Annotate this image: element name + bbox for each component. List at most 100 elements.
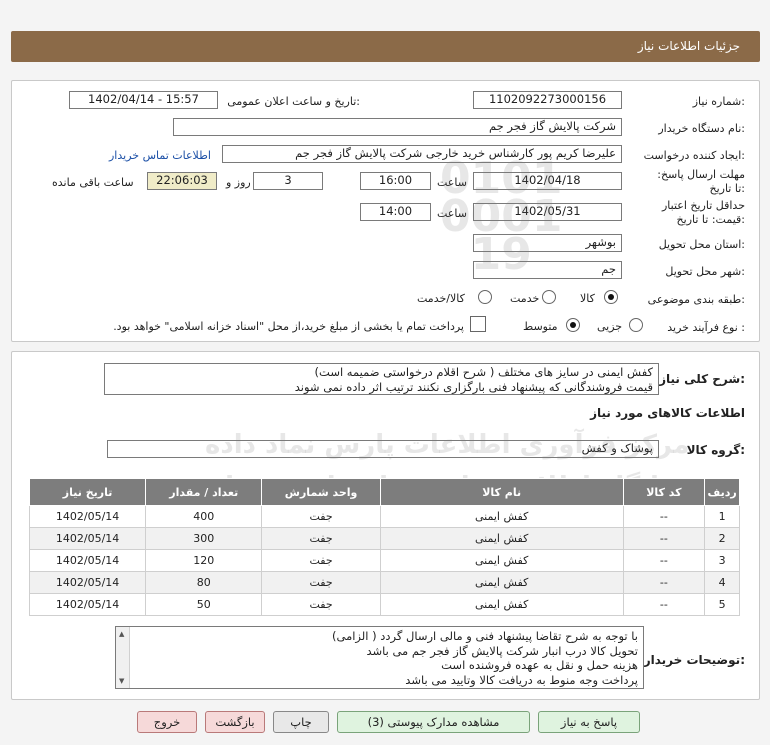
print-button[interactable]: چاپ bbox=[273, 711, 329, 733]
need-number-label: شماره نیاز: bbox=[692, 95, 745, 108]
need-date-cell: 1402/05/14 bbox=[28, 549, 147, 572]
deadline-time-label: ساعت bbox=[437, 176, 467, 189]
buyer-notes-label: توضیحات خریدار: bbox=[643, 653, 745, 667]
remaining-time-field: 22:06:03 bbox=[147, 172, 217, 190]
description-line: قیمت فروشندگانی که پیشنهاد فنی بارگزاری … bbox=[294, 380, 653, 394]
row-number-cell: 2 bbox=[704, 527, 740, 550]
item-name-cell: کفش ایمنی bbox=[379, 593, 624, 616]
table-row: 1402/05/14 400 جفت کفش ایمنی -- 1 bbox=[28, 505, 740, 528]
scroll-down-icon[interactable]: ▼ bbox=[119, 677, 124, 685]
category-radio-service[interactable] bbox=[542, 290, 556, 304]
goods-table: تاریخ نیاز تعداد / مقدار واحد شمارش نام … bbox=[28, 478, 740, 616]
category-option-service: خدمت bbox=[510, 292, 540, 305]
unit-cell: جفت bbox=[261, 549, 381, 572]
item-name-cell: کفش ایمنی bbox=[379, 527, 624, 550]
process-option-medium: متوسط bbox=[523, 320, 558, 333]
goods-info-title: اطلاعات کالاهای مورد نیاز bbox=[590, 406, 745, 420]
row-number-cell: 5 bbox=[704, 593, 740, 616]
need-date-cell: 1402/05/14 bbox=[28, 571, 147, 594]
need-date-cell: 1402/05/14 bbox=[28, 593, 147, 616]
item-name-cell: کفش ایمنی bbox=[379, 571, 624, 594]
table-row: 1402/05/14 120 جفت کفش ایمنی -- 3 bbox=[28, 549, 740, 572]
quantity-cell: 50 bbox=[145, 593, 263, 616]
table-row: 1402/05/14 300 جفت کفش ایمنی -- 2 bbox=[28, 527, 740, 550]
category-radio-goods-service[interactable] bbox=[478, 290, 492, 304]
goods-table-header: تاریخ نیاز تعداد / مقدار واحد شمارش نام … bbox=[28, 478, 740, 506]
view-attachments-button[interactable]: مشاهده مدارک پیوستی (3) bbox=[337, 711, 530, 733]
days-label: روز و bbox=[226, 176, 251, 189]
unit-cell: جفت bbox=[261, 571, 381, 594]
buyer-note-line: با توجه به شرح تقاضا پیشنهاد فنی و مالی … bbox=[332, 629, 638, 643]
category-radio-goods[interactable] bbox=[604, 290, 618, 304]
exit-button[interactable]: خروج bbox=[137, 711, 197, 733]
unit-cell: جفت bbox=[261, 593, 381, 616]
buyer-org-label: نام دستگاه خریدار: bbox=[658, 122, 745, 135]
category-label: طبقه بندی موضوعی: bbox=[647, 293, 745, 306]
treasury-payment-checkbox[interactable] bbox=[470, 316, 486, 332]
row-number-cell: 3 bbox=[704, 549, 740, 572]
page-header-bar: جزئیات اطلاعات نیاز bbox=[11, 31, 760, 62]
category-option-goods-service: کالا/خدمت bbox=[417, 292, 465, 305]
page-title: جزئیات اطلاعات نیاز bbox=[637, 39, 740, 53]
process-label: نوع فرآیند خرید : bbox=[667, 321, 745, 334]
quantity-cell: 400 bbox=[145, 505, 263, 528]
treasury-payment-note: پرداخت تمام یا بخشی از مبلغ خرید،از محل … bbox=[113, 320, 464, 333]
announce-datetime-field: 1402/04/14 - 15:57 bbox=[69, 91, 218, 109]
quantity-cell: 120 bbox=[145, 549, 263, 572]
buyer-note-line: پرداخت وجه منوط به دریافت کالا وتایید می… bbox=[405, 672, 638, 687]
col-item-code: کد کالا bbox=[622, 478, 706, 506]
validity-time-field: 14:00 bbox=[360, 203, 431, 221]
province-label: استان محل تحویل: bbox=[658, 238, 745, 251]
row-number-cell: 1 bbox=[704, 505, 740, 528]
process-radio-minor[interactable] bbox=[629, 318, 643, 332]
item-code-cell: -- bbox=[622, 505, 706, 528]
creator-field: علیرضا کریم پور کارشناس خرید خارجی شرکت … bbox=[222, 145, 622, 163]
validity-date-field: 1402/05/31 bbox=[473, 203, 622, 221]
need-date-cell: 1402/05/14 bbox=[28, 505, 147, 528]
buyer-note-line: تحویل کالا درب انبار شرکت پالایش گاز فجر… bbox=[366, 643, 638, 658]
deadline-label: مهلت ارسال پاسخ: تا تاریخ: bbox=[657, 168, 745, 195]
item-code-cell: -- bbox=[622, 593, 706, 616]
unit-cell: جفت bbox=[261, 505, 381, 528]
goods-group-label: گروه کالا: bbox=[686, 443, 745, 457]
table-row: 1402/05/14 50 جفت کفش ایمنی -- 5 bbox=[28, 593, 740, 616]
announce-label: تاریخ و ساعت اعلان عمومی: bbox=[227, 95, 360, 108]
unit-cell: جفت bbox=[261, 527, 381, 550]
item-code-cell: -- bbox=[622, 549, 706, 572]
remaining-time-label: ساعت باقی مانده bbox=[52, 176, 134, 189]
creator-label: ایجاد کننده درخواست: bbox=[643, 149, 745, 162]
row-number-cell: 4 bbox=[704, 571, 740, 594]
city-label: شهر محل تحویل: bbox=[665, 265, 745, 278]
notes-scrollbar[interactable]: ▲ ▼ bbox=[116, 627, 130, 688]
days-field: 3 bbox=[253, 172, 323, 190]
col-unit: واحد شمارش bbox=[261, 478, 381, 506]
need-date-cell: 1402/05/14 bbox=[28, 527, 147, 550]
city-field: جم bbox=[473, 261, 622, 279]
process-option-minor: جزیی bbox=[597, 320, 623, 333]
table-row: 1402/05/14 80 جفت کفش ایمنی -- 4 bbox=[28, 571, 740, 594]
col-row: ردیف bbox=[704, 478, 740, 506]
buyer-org-field: شرکت پالایش گاز فجر جم bbox=[173, 118, 622, 136]
quantity-cell: 80 bbox=[145, 571, 263, 594]
item-name-cell: کفش ایمنی bbox=[379, 505, 624, 528]
deadline-time-field: 16:00 bbox=[360, 172, 431, 190]
item-name-cell: کفش ایمنی bbox=[379, 549, 624, 572]
buyer-notes-box[interactable]: با توجه به شرح تقاضا پیشنهاد فنی و مالی … bbox=[115, 626, 644, 689]
col-quantity: تعداد / مقدار bbox=[145, 478, 263, 506]
scroll-up-icon[interactable]: ▲ bbox=[119, 630, 124, 638]
buyer-note-line: هزینه حمل و نقل به عهده فروشنده است bbox=[441, 658, 638, 672]
back-button[interactable]: بازگشت bbox=[205, 711, 265, 733]
process-radio-medium[interactable] bbox=[566, 318, 580, 332]
description-line: کفش ایمنی در سایز های مختلف ( شرح اقلام … bbox=[314, 365, 653, 379]
reply-button[interactable]: پاسخ به نیاز bbox=[538, 711, 640, 733]
need-number-field: 1102092273000156 bbox=[473, 91, 622, 109]
province-field: بوشهر bbox=[473, 234, 622, 252]
category-option-goods: کالا bbox=[580, 292, 595, 305]
description-label: شرح کلی نیاز: bbox=[659, 372, 745, 386]
item-code-cell: -- bbox=[622, 571, 706, 594]
buyer-contact-link[interactable]: اطلاعات تماس خریدار bbox=[109, 149, 211, 162]
validity-label: حداقل تاریخ اعتبار قیمت: تا تاریخ: bbox=[661, 199, 745, 226]
goods-group-field: پوشاک و کفش bbox=[107, 440, 659, 458]
col-item-name: نام کالا bbox=[379, 478, 624, 506]
quantity-cell: 300 bbox=[145, 527, 263, 550]
